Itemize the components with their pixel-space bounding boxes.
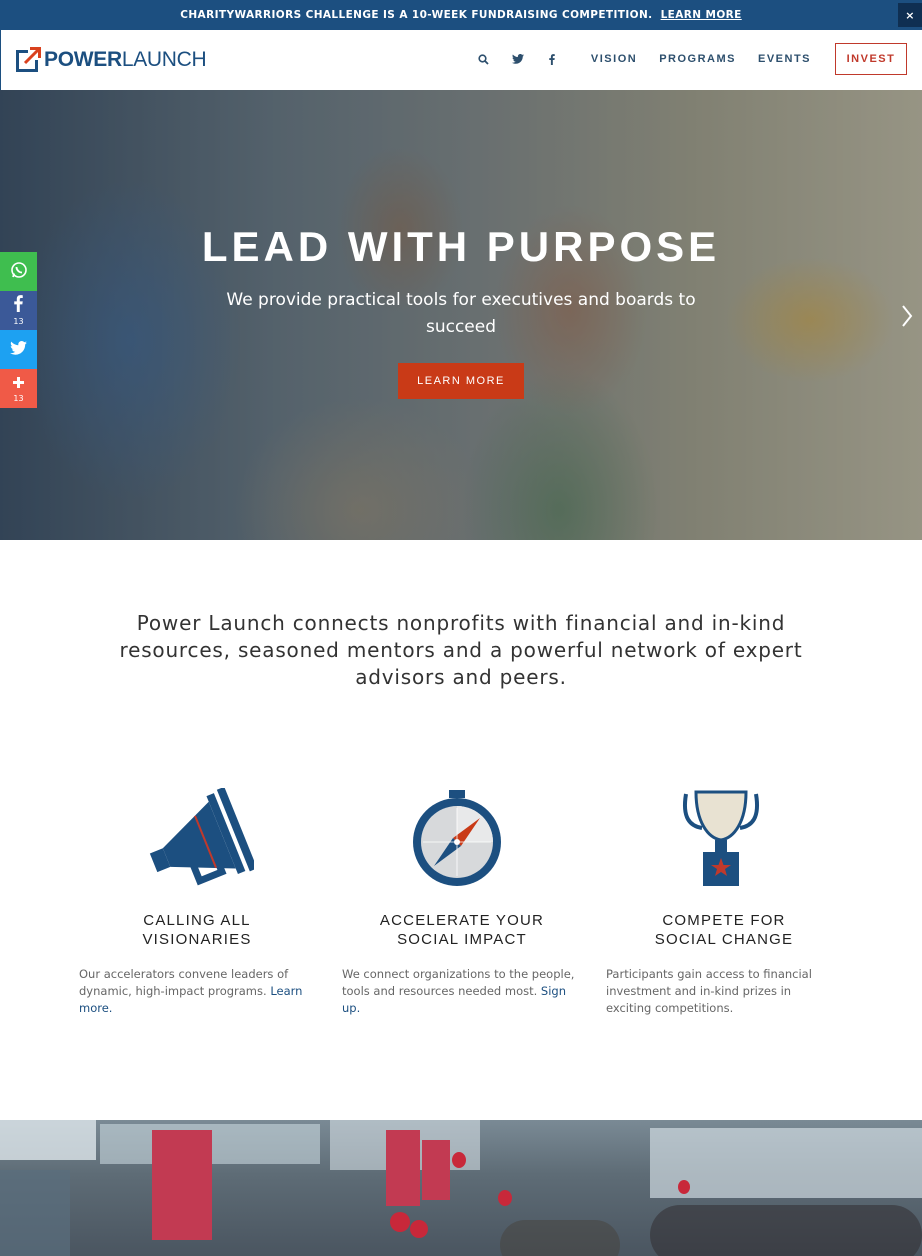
chevron-right-icon[interactable] (900, 303, 914, 329)
feature-visionaries: CALLING ALL VISIONARIES Our accelerators… (79, 788, 309, 1017)
close-icon: × (905, 8, 915, 22)
facebook-share-count: 13 (13, 317, 24, 326)
share-facebook-button[interactable]: 13 (0, 291, 37, 330)
invest-button[interactable]: INVEST (835, 43, 907, 75)
logo-text: POWERLAUNCH (44, 47, 207, 71)
feature-description: We connect organizations to the people, … (342, 967, 575, 1015)
feature-social-change: COMPETE FOR SOCIAL CHANGE Participants g… (606, 788, 836, 1017)
whatsapp-icon (10, 261, 28, 283)
feature-title: ACCELERATE YOUR SOCIAL IMPACT (379, 912, 545, 948)
intro-text: Power Launch connects nonprofits with fi… (119, 611, 803, 689)
announcement-close-button[interactable]: × (898, 3, 922, 27)
hero-subtitle: We provide practical tools for executive… (226, 290, 696, 337)
feature-title: CALLING ALL VISIONARIES (142, 912, 252, 948)
feature-title: COMPETE FOR SOCIAL CHANGE (654, 912, 794, 948)
facebook-icon (14, 295, 23, 316)
compass-icon (342, 788, 572, 888)
nav-vision[interactable]: VISION (591, 53, 637, 65)
twitter-icon (10, 340, 27, 359)
announcement-text: CHARITYWARRIORS CHALLENGE IS A 10-WEEK F… (180, 9, 653, 21)
facebook-icon[interactable] (545, 52, 559, 66)
hero-learn-more-button[interactable]: LEARN MORE (398, 363, 524, 399)
hero-section: LEAD WITH PURPOSE We provide practical t… (0, 90, 922, 540)
total-share-count: 13 (13, 394, 24, 403)
share-whatsapp-button[interactable] (0, 252, 37, 291)
social-share-bar: 13 13 (0, 252, 37, 408)
feature-social-impact: ACCELERATE YOUR SOCIAL IMPACT We connect… (342, 788, 574, 1017)
megaphone-icon (79, 788, 309, 888)
share-more-button[interactable]: 13 (0, 369, 37, 408)
announcement-bar: CHARITYWARRIORS CHALLENGE IS A 10-WEEK F… (0, 0, 922, 30)
event-photo (0, 1120, 922, 1256)
hero-title: LEAD WITH PURPOSE (201, 223, 721, 270)
main-nav: VISION PROGRAMS EVENTS INVEST (467, 43, 907, 75)
logo[interactable]: POWERLAUNCH (16, 47, 207, 72)
feature-description: Our accelerators convene leaders of dyna… (79, 967, 303, 1015)
nav-events[interactable]: EVENTS (758, 53, 811, 65)
logo-mark-icon (16, 47, 41, 72)
share-twitter-button[interactable] (0, 330, 37, 369)
feature-description: Participants gain access to financial in… (606, 967, 812, 1015)
site-header: POWERLAUNCH VISION PROGRAMS EVENTS INVES… (0, 30, 922, 90)
search-icon[interactable] (477, 52, 491, 66)
plus-icon (12, 374, 25, 393)
trophy-icon (606, 788, 836, 888)
twitter-icon[interactable] (511, 52, 525, 66)
announcement-learn-more-link[interactable]: LEARN MORE (661, 9, 742, 21)
nav-programs[interactable]: PROGRAMS (659, 53, 736, 65)
